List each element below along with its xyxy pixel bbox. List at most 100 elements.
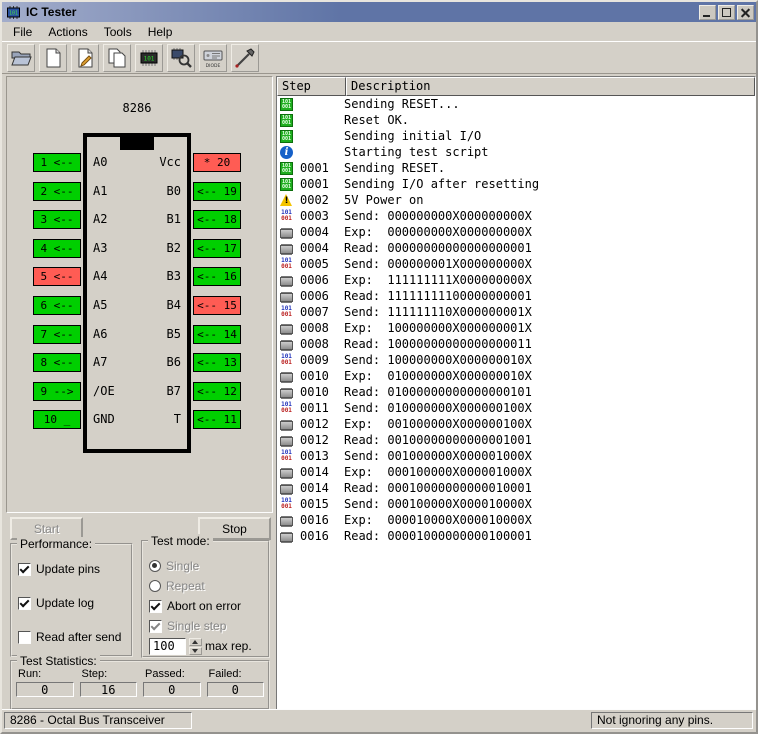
- log-row[interactable]: 0011Send: 010000000X000000100X: [277, 400, 755, 416]
- title-bar[interactable]: 101 IC Tester: [2, 2, 756, 22]
- log-row[interactable]: 0013Send: 001000000X000001000X: [277, 448, 755, 464]
- menu-tools[interactable]: Tools: [96, 23, 140, 41]
- update-pins-label[interactable]: Update pins: [36, 562, 100, 576]
- pin-17-box[interactable]: <-- 17: [193, 239, 241, 258]
- update-log-checkbox[interactable]: [18, 597, 31, 610]
- pin-5-box[interactable]: 5 <--: [33, 267, 81, 286]
- svg-text:101: 101: [144, 55, 155, 62]
- menu-actions[interactable]: Actions: [40, 23, 95, 41]
- pin-2-box[interactable]: 2 <--: [33, 182, 81, 201]
- pin-10-label-gnd: GND: [93, 410, 115, 429]
- menu-file[interactable]: File: [5, 23, 40, 41]
- pin-12-box[interactable]: <-- 12: [193, 382, 241, 401]
- log-row[interactable]: 0012Read: 00100000000000001001: [277, 432, 755, 448]
- log-row[interactable]: 0010Exp: 010000000X000000010X: [277, 368, 755, 384]
- log-row[interactable]: Sending RESET...: [277, 96, 755, 112]
- send-data-icon: [280, 210, 293, 223]
- log-description: Send: 100000000X000000010X: [344, 353, 532, 367]
- menu-help[interactable]: Help: [140, 23, 181, 41]
- single-step-row: Single step: [149, 618, 266, 634]
- pin-14-box[interactable]: <-- 14: [193, 325, 241, 344]
- toolbar-open-button[interactable]: [7, 44, 35, 72]
- read-chip-icon: [280, 293, 293, 302]
- statistics-grid: Run:0Step:16Passed:0Failed:0: [16, 668, 264, 697]
- log-row[interactable]: Starting test script: [277, 144, 755, 160]
- pin-16-box[interactable]: <-- 16: [193, 267, 241, 286]
- close-button[interactable]: [737, 5, 754, 20]
- toolbar-new-button[interactable]: [39, 44, 67, 72]
- log-row[interactable]: 0016Exp: 000010000X000010000X: [277, 512, 755, 528]
- chip-display: 8286 1 <--A02 <--A13 <--A24 <--A35 <--A4…: [6, 76, 273, 513]
- log-description: Read: 11111111100000000001: [344, 289, 532, 303]
- toolbar-copy-button[interactable]: [103, 44, 131, 72]
- toolbar-edit-button[interactable]: [71, 44, 99, 72]
- send-ok-icon: [280, 162, 293, 175]
- log-description: Exp: 010000000X000000010X: [344, 369, 532, 383]
- pin-6-box[interactable]: 6 <--: [33, 296, 81, 315]
- log-header-step[interactable]: Step: [277, 77, 346, 96]
- log-step: 0014: [300, 481, 344, 495]
- pin-8-box[interactable]: 8 <--: [33, 353, 81, 372]
- pin-19-box[interactable]: <-- 19: [193, 182, 241, 201]
- log-row[interactable]: 0010Read: 01000000000000000101: [277, 384, 755, 400]
- maximize-button[interactable]: [718, 5, 735, 20]
- abort-on-error-checkbox[interactable]: [149, 600, 162, 613]
- log-row[interactable]: 0004Read: 00000000000000000001: [277, 240, 755, 256]
- toolbar-probe-button[interactable]: [231, 44, 259, 72]
- log-row[interactable]: 0014Read: 00010000000000010001: [277, 480, 755, 496]
- toolbar-test-chip-button[interactable]: 101: [135, 44, 163, 72]
- toolbar-inspect-chip-button[interactable]: [167, 44, 195, 72]
- log-row[interactable]: 0006Read: 11111111100000000001: [277, 288, 755, 304]
- log-row[interactable]: 0007Send: 111111110X000000001X: [277, 304, 755, 320]
- log-description: Send: 000000000X000000000X: [344, 209, 532, 223]
- pin-15-box[interactable]: <-- 15: [193, 296, 241, 315]
- log-row[interactable]: 0003Send: 000000000X000000000X: [277, 208, 755, 224]
- minimize-button[interactable]: [699, 5, 716, 20]
- pin-13-box[interactable]: <-- 13: [193, 353, 241, 372]
- open-icon: [10, 47, 32, 69]
- update-log-label[interactable]: Update log: [36, 596, 94, 610]
- send-data-icon: [280, 258, 293, 271]
- pin-18-box[interactable]: <-- 18: [193, 210, 241, 229]
- log-row[interactable]: 0015Send: 000100000X000010000X: [277, 496, 755, 512]
- pin-1-label-a0: A0: [93, 153, 107, 172]
- pin-8-label-a7: A7: [93, 353, 107, 372]
- log-row[interactable]: Sending initial I/O: [277, 128, 755, 144]
- max-rep-decrement-button[interactable]: [189, 647, 202, 655]
- pin-4-box[interactable]: 4 <--: [33, 239, 81, 258]
- log-header-description[interactable]: Description: [346, 77, 755, 96]
- log-row[interactable]: 00025V Power on: [277, 192, 755, 208]
- log-row[interactable]: 0012Exp: 001000000X000000100X: [277, 416, 755, 432]
- pin-11-box[interactable]: <-- 11: [193, 410, 241, 429]
- log-step: 0008: [300, 337, 344, 351]
- log-step: 0005: [300, 257, 344, 271]
- log-row[interactable]: 0016Read: 00001000000000100001: [277, 528, 755, 544]
- max-rep-input[interactable]: 100: [149, 638, 186, 655]
- log-description: Starting test script: [344, 145, 489, 159]
- pin-3-box[interactable]: 3 <--: [33, 210, 81, 229]
- pin-20-box[interactable]: * 20: [193, 153, 241, 172]
- log-row[interactable]: Reset OK.: [277, 112, 755, 128]
- update-pins-checkbox[interactable]: [18, 563, 31, 576]
- log-row[interactable]: 0009Send: 100000000X000000010X: [277, 352, 755, 368]
- pin-10-box[interactable]: 10 _: [33, 410, 81, 429]
- pin-14-label-b5: B5: [117, 325, 181, 344]
- log-row[interactable]: 0014Exp: 000100000X000001000X: [277, 464, 755, 480]
- abort-on-error-label[interactable]: Abort on error: [167, 599, 241, 613]
- log-description: Read: 01000000000000000101: [344, 385, 532, 399]
- read-chip-icon: [280, 325, 293, 334]
- read-after-send-label[interactable]: Read after send: [36, 630, 121, 644]
- log-row[interactable]: 0005Send: 000000001X000000000X: [277, 256, 755, 272]
- pin-7-box[interactable]: 7 <--: [33, 325, 81, 344]
- log-row[interactable]: 0001Sending I/O after resetting: [277, 176, 755, 192]
- log-row[interactable]: 0006Exp: 111111111X000000000X: [277, 272, 755, 288]
- log-row[interactable]: 0008Read: 10000000000000000011: [277, 336, 755, 352]
- log-row[interactable]: 0004Exp: 000000000X000000000X: [277, 224, 755, 240]
- toolbar-diode-chip-button[interactable]: DIODE: [199, 44, 227, 72]
- max-rep-increment-button[interactable]: [189, 638, 202, 646]
- log-row[interactable]: 0008Exp: 100000000X000000001X: [277, 320, 755, 336]
- pin-1-box[interactable]: 1 <--: [33, 153, 81, 172]
- pin-9-box[interactable]: 9 -->: [33, 382, 81, 401]
- log-row[interactable]: 0001Sending RESET.: [277, 160, 755, 176]
- read-after-send-checkbox[interactable]: [18, 631, 31, 644]
